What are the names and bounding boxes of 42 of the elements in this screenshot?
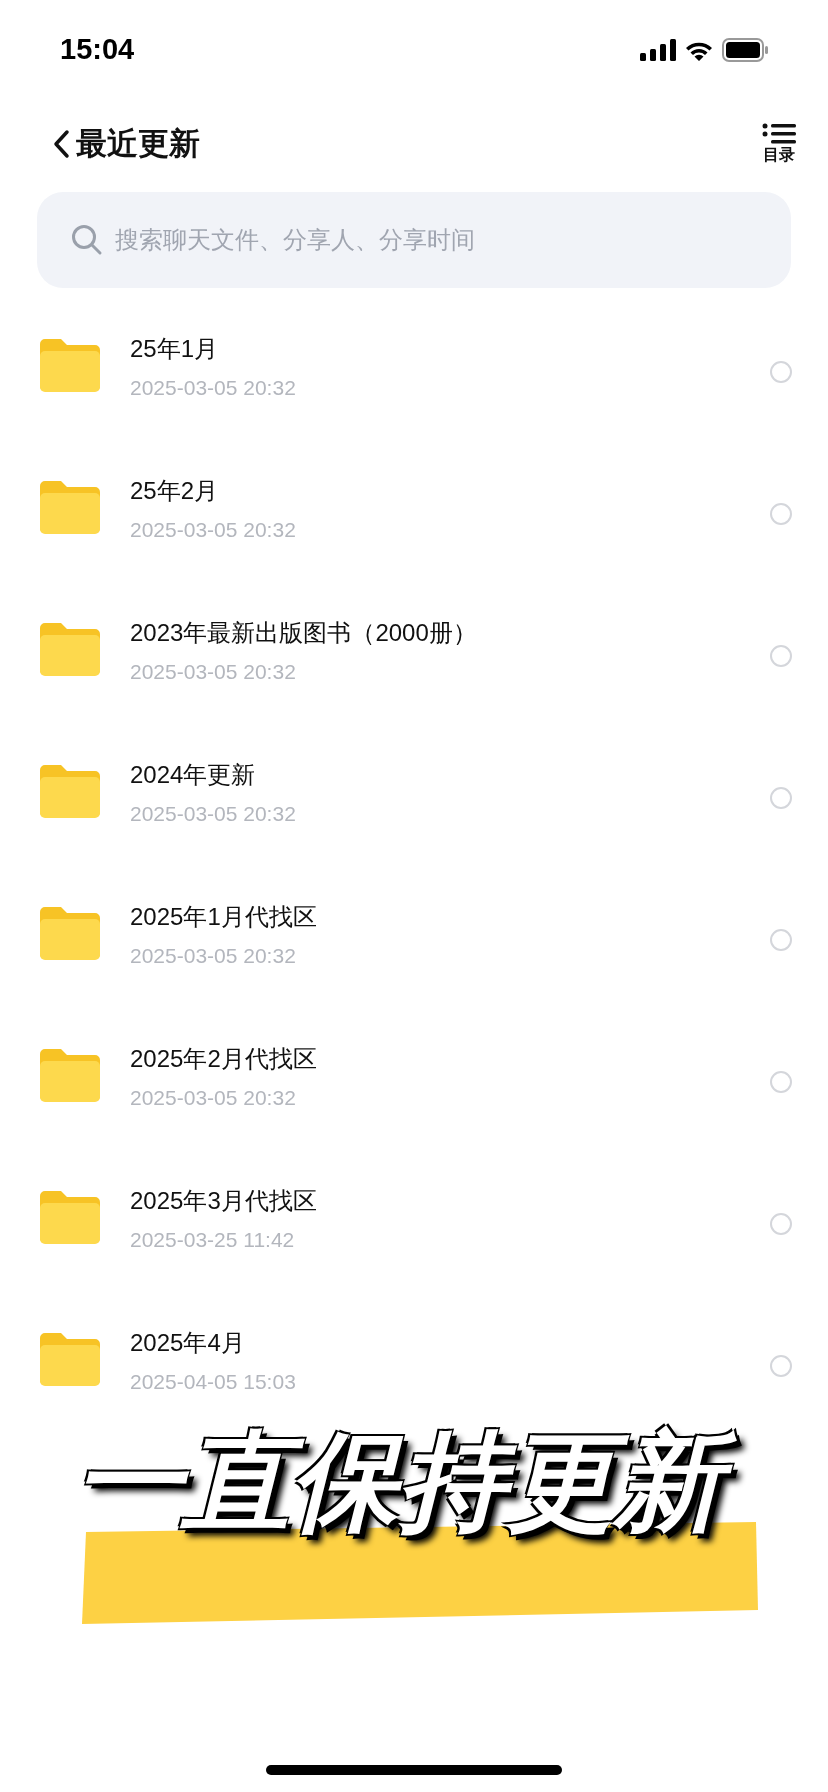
folder-icon <box>40 1190 100 1244</box>
folder-name: 25年1月 <box>130 334 220 364</box>
select-radio[interactable] <box>770 503 792 525</box>
folder-icon <box>40 1048 100 1102</box>
folder-icon <box>40 1332 100 1386</box>
folder-name: 2024年更新 <box>130 760 257 790</box>
folder-icon <box>40 906 100 960</box>
page-title: 最近更新 <box>76 124 200 163</box>
battery-icon <box>722 38 768 62</box>
select-radio[interactable] <box>770 1355 792 1377</box>
select-radio[interactable] <box>770 645 792 667</box>
select-radio[interactable] <box>770 1213 792 1235</box>
catalog-button[interactable]: 目录 <box>762 123 796 165</box>
select-radio[interactable] <box>770 1071 792 1093</box>
status-time: 15:04 <box>60 32 135 68</box>
folder-date: 2025-04-05 15:03 <box>130 1369 297 1395</box>
search-icon <box>71 224 103 256</box>
folder-icon <box>40 480 100 534</box>
folder-date: 2025-03-05 20:32 <box>130 659 297 685</box>
folder-name: 2025年3月代找区 <box>130 1186 318 1216</box>
select-radio[interactable] <box>770 929 792 951</box>
back-icon[interactable] <box>52 129 70 159</box>
folder-name: 2025年4月 <box>130 1328 246 1358</box>
search-field[interactable]: 搜索聊天文件、分享人、分享时间 <box>37 192 791 288</box>
folder-date: 2025-03-05 20:32 <box>130 1085 297 1111</box>
list-icon <box>762 123 796 145</box>
signal-icon <box>640 39 676 61</box>
select-radio[interactable] <box>770 787 792 809</box>
folder-icon <box>40 338 100 392</box>
folder-name: 2025年2月代找区 <box>130 1044 318 1074</box>
folder-name: 2023年最新出版图书（2000册） <box>130 618 478 648</box>
banner-text: 一直保持更新 <box>70 1418 752 1556</box>
folder-date: 2025-03-25 11:42 <box>130 1227 296 1253</box>
folder-name: 2025年1月代找区 <box>130 902 318 932</box>
folder-date: 2025-03-05 20:32 <box>130 801 297 827</box>
folder-icon <box>40 764 100 818</box>
select-radio[interactable] <box>770 361 792 383</box>
folder-date: 2025-03-05 20:32 <box>130 375 297 401</box>
folder-date: 2025-03-05 20:32 <box>130 943 297 969</box>
folder-icon <box>40 622 100 676</box>
folder-name: 25年2月 <box>130 476 220 506</box>
folder-date: 2025-03-05 20:32 <box>130 517 297 543</box>
